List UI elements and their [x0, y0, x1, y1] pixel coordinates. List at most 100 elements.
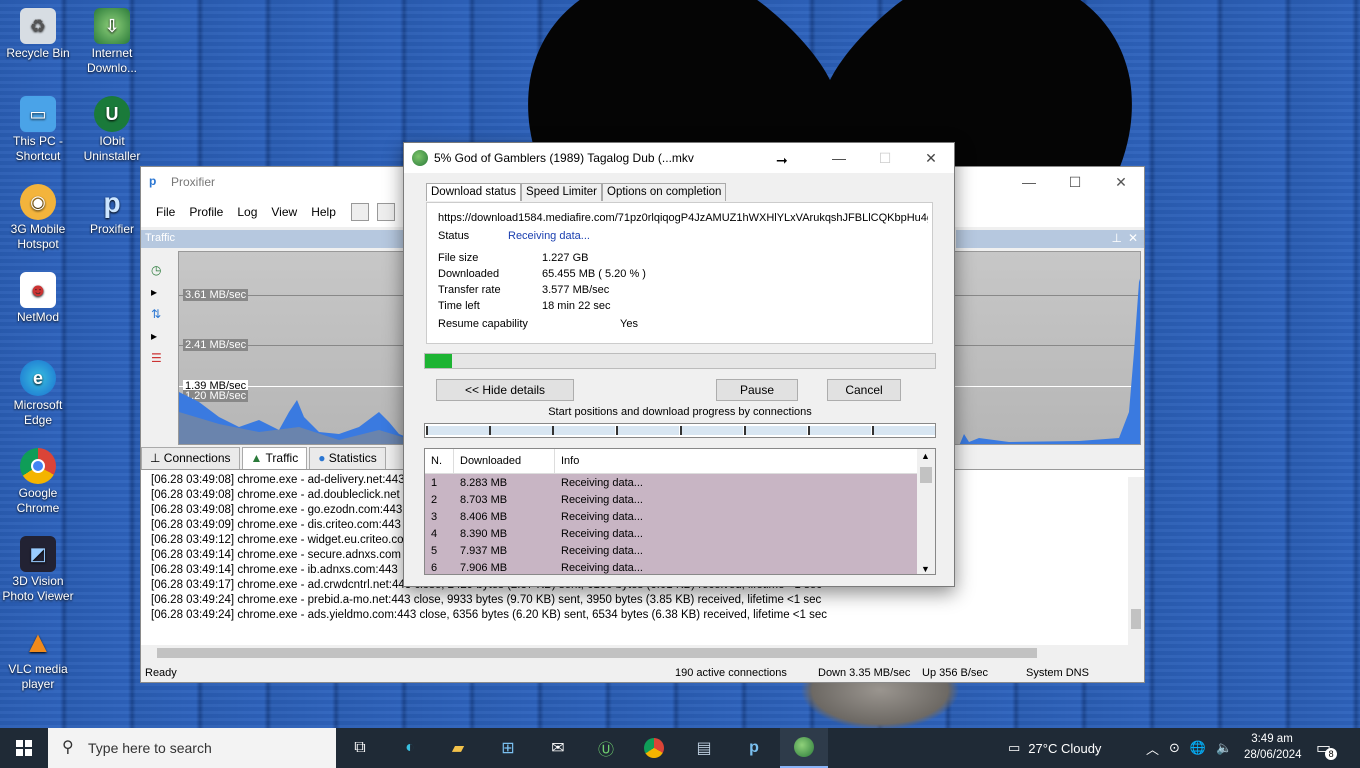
cell-n: 2 [431, 493, 438, 506]
tab-statistics[interactable]: ● Statistics [309, 447, 386, 469]
log-vertical-scrollbar[interactable] [1128, 477, 1144, 647]
start-button[interactable] [0, 728, 48, 768]
cancel-button[interactable]: Cancel [827, 379, 901, 401]
desktop-icon-hotspot[interactable]: ◉ 3G Mobile Hotspot [0, 184, 76, 252]
scroll-thumb[interactable] [920, 467, 932, 483]
close-button[interactable]: ✕ [1098, 167, 1144, 197]
scroll-thumb[interactable] [1131, 609, 1141, 629]
play-icon-2[interactable]: ▸ [151, 329, 157, 343]
hide-details-button[interactable]: << Hide details [436, 379, 574, 401]
notification-center[interactable]: ▭ 8 [1316, 728, 1338, 768]
play-icon[interactable]: ▸ [151, 285, 157, 299]
taskbar-search[interactable]: ⚲ Type here to search [48, 728, 336, 768]
scroll-up-icon[interactable]: ▲ [921, 451, 930, 461]
desktop-icon-label: IObit Uninstaller [83, 134, 141, 163]
header-downloaded[interactable]: Downloaded [454, 449, 555, 474]
desktop-icon-label: NetMod [16, 310, 60, 324]
timer-icon[interactable]: ◷ [151, 263, 161, 277]
menu-log[interactable]: Log [230, 205, 264, 219]
cell-info: Receiving data... [561, 476, 643, 489]
header-n[interactable]: N. [425, 449, 454, 474]
log-horizontal-scrollbar[interactable] [141, 645, 1144, 661]
idm-icon [794, 737, 814, 757]
desktop-icon-chrome[interactable]: Google Chrome [0, 448, 76, 516]
desktop-icon-3d-vision[interactable]: ◩ 3D Vision Photo Viewer [0, 536, 76, 604]
taskbar-iobit[interactable]: Ⓤ [582, 728, 630, 768]
menu-view[interactable]: View [264, 205, 304, 219]
tray-app-icon[interactable]: ⊙ [1169, 740, 1180, 756]
volume-icon[interactable]: 🔈 [1216, 740, 1232, 756]
menu-profile[interactable]: Profile [182, 205, 230, 219]
toolbar-rules-icon[interactable] [376, 203, 395, 221]
weather-widget[interactable]: ▭ 27°C Cloudy [1008, 728, 1101, 768]
taskbar-file-explorer[interactable]: ▰ [434, 728, 482, 768]
tab-options-on-completion[interactable]: Options on completion [602, 183, 727, 201]
taskbar-edge[interactable]: ◐ [386, 728, 434, 768]
table-row[interactable]: 2 8.703 MB Receiving data... [425, 491, 917, 508]
table-row[interactable]: 5 7.937 MB Receiving data... [425, 542, 917, 559]
idm-download-dialog[interactable]: 5% God of Gamblers (1989) Tagalog Dub (.… [403, 142, 955, 587]
cell-n: 5 [431, 544, 438, 557]
table-row[interactable]: 3 8.406 MB Receiving data... [425, 508, 917, 525]
proxifier-logo-icon: p [149, 174, 157, 188]
pause-button[interactable]: Pause [716, 379, 798, 401]
transfer-rate-label: Transfer rate [438, 284, 501, 296]
netmod-icon: ☻ [20, 272, 56, 308]
pin-icon[interactable]: ⊥ [1112, 231, 1122, 245]
desktop-icon-edge[interactable]: e Microsoft Edge [0, 360, 76, 428]
menu-file[interactable]: File [149, 205, 182, 219]
tab-download-status[interactable]: Download status [426, 183, 522, 201]
clock[interactable]: 3:49 am 28/06/2024 [1244, 731, 1302, 763]
desktop-icon-proxifier[interactable]: p Proxifier [74, 184, 150, 237]
taskbar-chrome[interactable] [630, 728, 678, 768]
tab-traffic[interactable]: ▲ Traffic [241, 447, 308, 469]
idm-maximize-button: ☐ [878, 149, 892, 166]
header-info[interactable]: Info [555, 449, 917, 474]
tab-connections[interactable]: ⊥ Connections [141, 447, 240, 469]
iobit-icon: Ⓤ [597, 742, 614, 759]
updown-icon[interactable]: ⇅ [151, 307, 161, 321]
log-line: [06.28 03:49:24] chrome.exe - ads.yieldm… [151, 609, 827, 621]
search-placeholder: Type here to search [88, 740, 212, 756]
connection-segment [552, 426, 615, 435]
taskbar-store[interactable]: ⊞ [484, 728, 532, 768]
pane-close-icon[interactable]: ✕ [1128, 231, 1138, 245]
taskbar-mail[interactable]: ✉ [534, 728, 582, 768]
desktop-icon-vlc[interactable]: ▲ VLC media player [0, 624, 76, 692]
toolbar-server-icon[interactable] [350, 203, 369, 221]
connection-segment [680, 426, 743, 435]
mail-icon: ✉ [551, 740, 565, 757]
maximize-button[interactable]: ☐ [1052, 167, 1098, 197]
network-icon[interactable]: 🌐 [1190, 740, 1206, 756]
cell-info: Receiving data... [561, 527, 643, 540]
table-row[interactable]: 6 7.906 MB Receiving data... [425, 559, 917, 574]
scroll-thumb[interactable] [157, 648, 1037, 658]
minimize-button[interactable]: — [1006, 167, 1052, 197]
tray-chevron-icon[interactable]: ︿ [1146, 739, 1159, 758]
clear-list-icon[interactable]: ☰ [151, 351, 162, 365]
scroll-down-icon[interactable]: ▼ [921, 564, 930, 574]
cell-downloaded: 7.937 MB [460, 544, 508, 557]
desktop-icon-idm[interactable]: ⇩ Internet Downlo... [74, 8, 150, 76]
tab-speed-limiter[interactable]: Speed Limiter [521, 183, 602, 201]
connection-segment [744, 426, 807, 435]
taskbar-proxifier[interactable]: p [730, 728, 778, 768]
desktop-icon-iobit[interactable]: U IObit Uninstaller [74, 96, 150, 164]
table-row[interactable]: 1 8.283 MB Receiving data... [425, 474, 917, 491]
taskbar-idm[interactable] [780, 728, 828, 768]
idm-minimize-button[interactable]: — [816, 143, 862, 173]
desktop-icon-netmod[interactable]: ☻ NetMod [0, 272, 76, 325]
proxifier-statusbar: Ready 190 active connections Down 3.35 M… [141, 664, 1144, 682]
cell-n: 4 [431, 527, 438, 540]
desktop-icon-this-pc[interactable]: ▭ This PC - Shortcut [0, 96, 76, 164]
idm-close-button[interactable]: ✕ [908, 143, 954, 173]
task-view-button[interactable]: ⧉ [336, 728, 384, 768]
taskbar-app[interactable]: ▤ [680, 728, 728, 768]
proxifier-title: Proxifier [171, 175, 216, 189]
table-row[interactable]: 4 8.390 MB Receiving data... [425, 525, 917, 542]
desktop-icon-recycle-bin[interactable]: ♻ Recycle Bin [0, 8, 76, 61]
table-scrollbar[interactable]: ▲ ▼ [917, 449, 935, 574]
menu-help[interactable]: Help [304, 205, 343, 219]
statistics-icon: ● [318, 451, 329, 465]
connections-table[interactable]: N. Downloaded Info 1 8.283 MB Receiving … [424, 448, 936, 575]
